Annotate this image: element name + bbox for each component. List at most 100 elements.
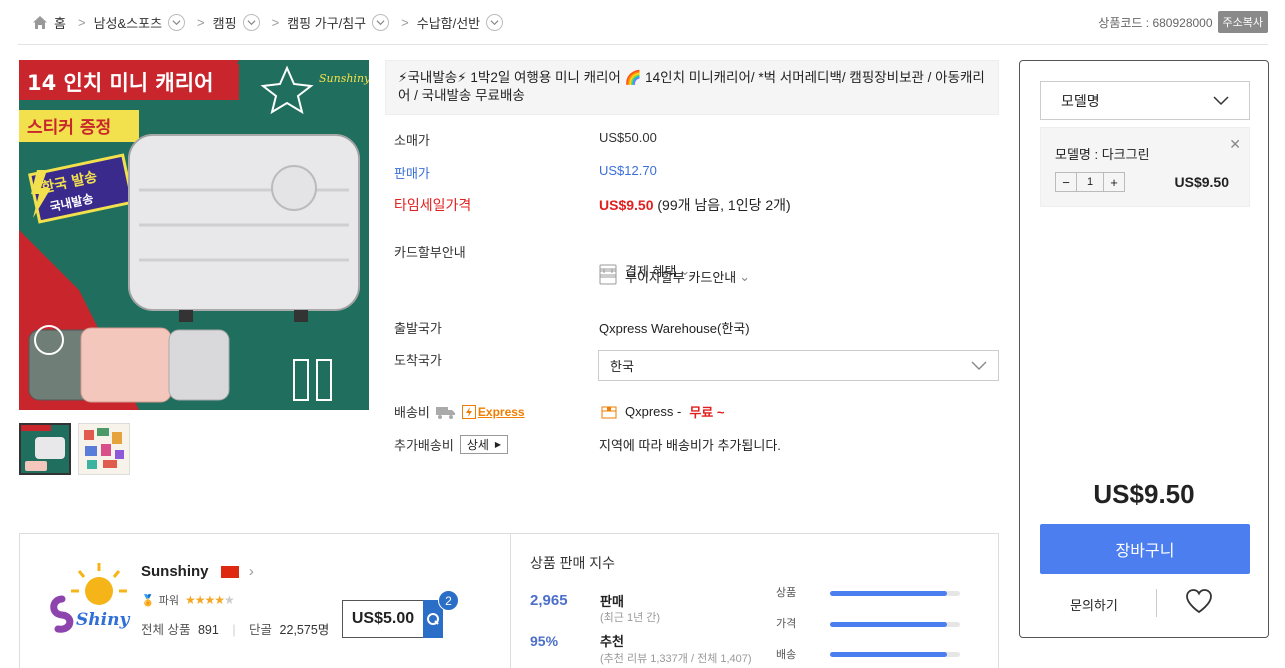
- origin-label: 출발국가: [394, 321, 442, 336]
- recommend-sub: (추천 리뷰 1,337개 / 전체 1,407): [600, 653, 752, 665]
- selected-option: 모델명 : 다크그린 ✕ − 1 + US$9.50: [1040, 127, 1250, 207]
- chevron-down-icon[interactable]: [372, 13, 390, 31]
- bar-fill: [830, 622, 947, 627]
- minus-button[interactable]: −: [1056, 173, 1076, 191]
- chevron-down-icon[interactable]: [486, 13, 504, 31]
- selected-model: 모델명 : 다크그린: [1055, 147, 1150, 162]
- lightning-icon: [461, 404, 476, 419]
- total-price: US$9.50: [1093, 479, 1195, 509]
- thumbnail-2[interactable]: [78, 423, 130, 475]
- timesale-note: (99개 남음, 1인당 2개): [657, 197, 791, 213]
- bar-fill: [830, 652, 947, 657]
- chevron-right-icon: >: [271, 14, 280, 30]
- shipping-free[interactable]: 무료 ~: [689, 402, 724, 421]
- extra-label: 추가배송비: [394, 438, 454, 453]
- bar-label-shipping: 배송: [776, 649, 797, 661]
- destination-select[interactable]: 한국: [598, 350, 999, 381]
- bar-fill: [830, 591, 947, 596]
- chevron-right-icon: >: [197, 14, 205, 30]
- coupon-value: US$5.00: [351, 610, 415, 627]
- product-title: ⚡국내발송⚡ 1박2일 여행용 미니 캐리어 🌈 14인치 미니캐리어/ *벅 …: [385, 60, 999, 115]
- breadcrumb-item-sports[interactable]: > 남성&스포츠: [66, 13, 186, 32]
- breadcrumb-home[interactable]: 홈: [18, 13, 66, 32]
- product-code-area: 상품코드 : 680928000 주소복사: [1098, 11, 1268, 33]
- thumbnail-image: [79, 424, 129, 474]
- breadcrumb-label: 캠핑 가구/침구: [287, 15, 367, 31]
- calendar-icon: [599, 268, 617, 284]
- express-label: Express: [477, 404, 525, 419]
- chevron-right-icon: >: [77, 14, 86, 30]
- bar-label-product: 상품: [776, 587, 797, 599]
- retail-price-row: 소매가 US$50.00: [394, 130, 657, 149]
- card-row: 카드할부안내 결제 혜택 ⌄: [394, 242, 690, 279]
- banner-title: 14 인치 미니 캐리어: [27, 71, 213, 95]
- home-icon: [33, 15, 47, 29]
- chevron-down-icon[interactable]: [168, 13, 186, 31]
- origin-row: 출발국가 Qxpress Warehouse(한국): [394, 318, 750, 337]
- bar-shipping: [830, 652, 960, 657]
- heart-icon[interactable]: [1185, 588, 1213, 614]
- quantity-stepper: − 1 +: [1055, 172, 1125, 192]
- regulars-label: 단골: [249, 623, 273, 637]
- chevron-down-icon: [971, 361, 987, 370]
- sold-number: 2,965: [530, 592, 568, 609]
- sticker-text: 스티커 증정: [27, 118, 111, 138]
- seller-box: Shiny Sunshiny › 🏅 파워 ★★★★★ 전체 상품 891 | …: [19, 533, 999, 668]
- main-product-image[interactable]: 14 인치 미니 캐리어 스티커 증정 한국 발송 국내발송 Sunshiny: [19, 60, 369, 410]
- total-products: 891: [197, 623, 219, 637]
- dest-row: 도착국가: [394, 350, 442, 369]
- divider: [1156, 589, 1157, 617]
- triangle-right-icon: ▶: [494, 440, 502, 449]
- bar-product: [830, 591, 960, 596]
- dest-label: 도착국가: [394, 353, 442, 368]
- svg-text:Shiny: Shiny: [76, 610, 130, 630]
- recommend-label: 추천: [600, 634, 624, 649]
- model-select[interactable]: 모델명: [1040, 81, 1250, 120]
- copy-address-button[interactable]: 주소복사: [1217, 11, 1268, 33]
- extra-shipping-row: 추가배송비 상세 ▶: [394, 435, 509, 454]
- inquiry-button[interactable]: 문의하기: [1070, 595, 1118, 614]
- truck-icon: [435, 406, 455, 419]
- chevron-right-icon: >: [401, 14, 409, 30]
- item-price: US$9.50: [1174, 174, 1229, 190]
- rating-stars: ★★★★★: [184, 593, 235, 607]
- chevron-right-icon: ›: [248, 563, 254, 580]
- breadcrumb-item-storage[interactable]: > 수납함/선반: [389, 13, 504, 32]
- retail-price: US$50.00: [599, 130, 657, 145]
- breadcrumb-item-furniture[interactable]: > 캠핑 가구/침구: [260, 13, 390, 32]
- express-badge: Express: [461, 404, 525, 419]
- coupon-count-badge: 2: [438, 590, 459, 611]
- seller-name-link[interactable]: Sunshiny ›: [141, 563, 254, 580]
- breadcrumb-item-camping[interactable]: > 캠핑: [185, 13, 260, 32]
- sale-price: US$12.70: [599, 163, 657, 178]
- seller-grade: 🏅 파워 ★★★★★: [141, 592, 235, 608]
- chevron-down-icon[interactable]: [242, 13, 260, 31]
- sales-index: 상품 판매 지수 2,965 판매 (최근 1년 간) 95% 추천 (추천 리…: [510, 534, 1000, 668]
- china-flag-icon: [220, 566, 239, 579]
- detail-button[interactable]: 상세 ▶: [459, 435, 509, 454]
- quantity-value[interactable]: 1: [1076, 173, 1104, 191]
- breadcrumb-label: 캠핑: [212, 15, 237, 31]
- bar-price: [830, 622, 960, 627]
- plus-button[interactable]: +: [1104, 173, 1124, 191]
- installment-link[interactable]: 무이자할부 카드안내 ⌄: [599, 267, 750, 286]
- breadcrumb-label: 홈: [54, 15, 66, 31]
- timesale-value: US$9.50 (99개 남음, 1인당 2개): [599, 195, 791, 215]
- card-label: 카드할부안내: [394, 245, 466, 260]
- brand-mark: Sunshiny: [319, 72, 369, 85]
- close-icon[interactable]: ✕: [1229, 136, 1241, 153]
- sale-price-row: 판매가 US$12.70: [394, 163, 657, 182]
- add-to-cart-button[interactable]: 장바구니: [1040, 524, 1250, 574]
- breadcrumb-label: 수납함/선반: [416, 15, 481, 31]
- sale-label: 판매가: [394, 166, 430, 181]
- seller-logo[interactable]: Shiny: [44, 559, 134, 639]
- recommend-number: 95%: [530, 633, 559, 649]
- extra-note: 지역에 따라 배송비가 추가됩니다.: [599, 438, 781, 453]
- carrier-illustration: 14 인치 미니 캐리어 스티커 증정 한국 발송 국내발송 Sunshiny: [19, 60, 369, 410]
- seller-name: Sunshiny: [141, 563, 209, 580]
- chevron-down-icon: [1213, 95, 1229, 105]
- shipping-value: Qxpress - 무료 ~: [601, 402, 724, 421]
- detail-button-label: 상세: [466, 438, 489, 452]
- timesale-price: US$9.50: [599, 197, 654, 213]
- thumbnail-1[interactable]: [19, 423, 71, 475]
